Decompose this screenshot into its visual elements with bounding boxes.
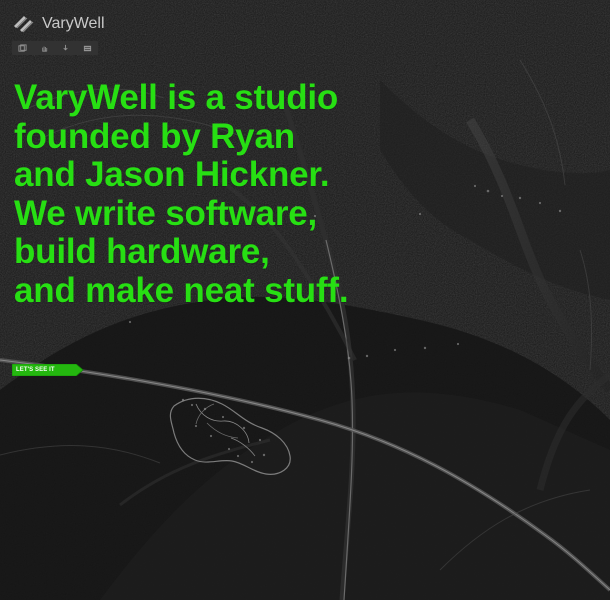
- download-icon[interactable]: [60, 43, 72, 53]
- window-icon[interactable]: [17, 43, 29, 53]
- varywell-logo-icon: [12, 13, 34, 35]
- hero-section: VaryWell is a studio founded by Ryan and…: [14, 78, 524, 310]
- brand-name: VaryWell: [42, 15, 105, 32]
- cta-label: LET'S SEE IT: [16, 367, 55, 373]
- site-header: VaryWell: [12, 12, 232, 56]
- social-toolbar: [12, 41, 98, 55]
- headline-line-3: and Jason Hickner.: [14, 155, 330, 194]
- hand-icon[interactable]: [38, 43, 50, 53]
- brand-link[interactable]: VaryWell: [12, 12, 105, 36]
- menu-icon[interactable]: [81, 43, 93, 53]
- lets-see-it-button[interactable]: LET'S SEE IT: [12, 364, 83, 376]
- headline-line-1: VaryWell is a studio: [14, 78, 339, 117]
- headline-line-5: build hardware,: [14, 232, 270, 271]
- landing-page: VaryWell VaryWell is a studio founded by…: [0, 0, 610, 600]
- headline-line-2: founded by Ryan: [14, 116, 295, 156]
- headline-line-6: and make neat stuff.: [14, 270, 349, 310]
- headline-line-4: We write software,: [14, 193, 318, 233]
